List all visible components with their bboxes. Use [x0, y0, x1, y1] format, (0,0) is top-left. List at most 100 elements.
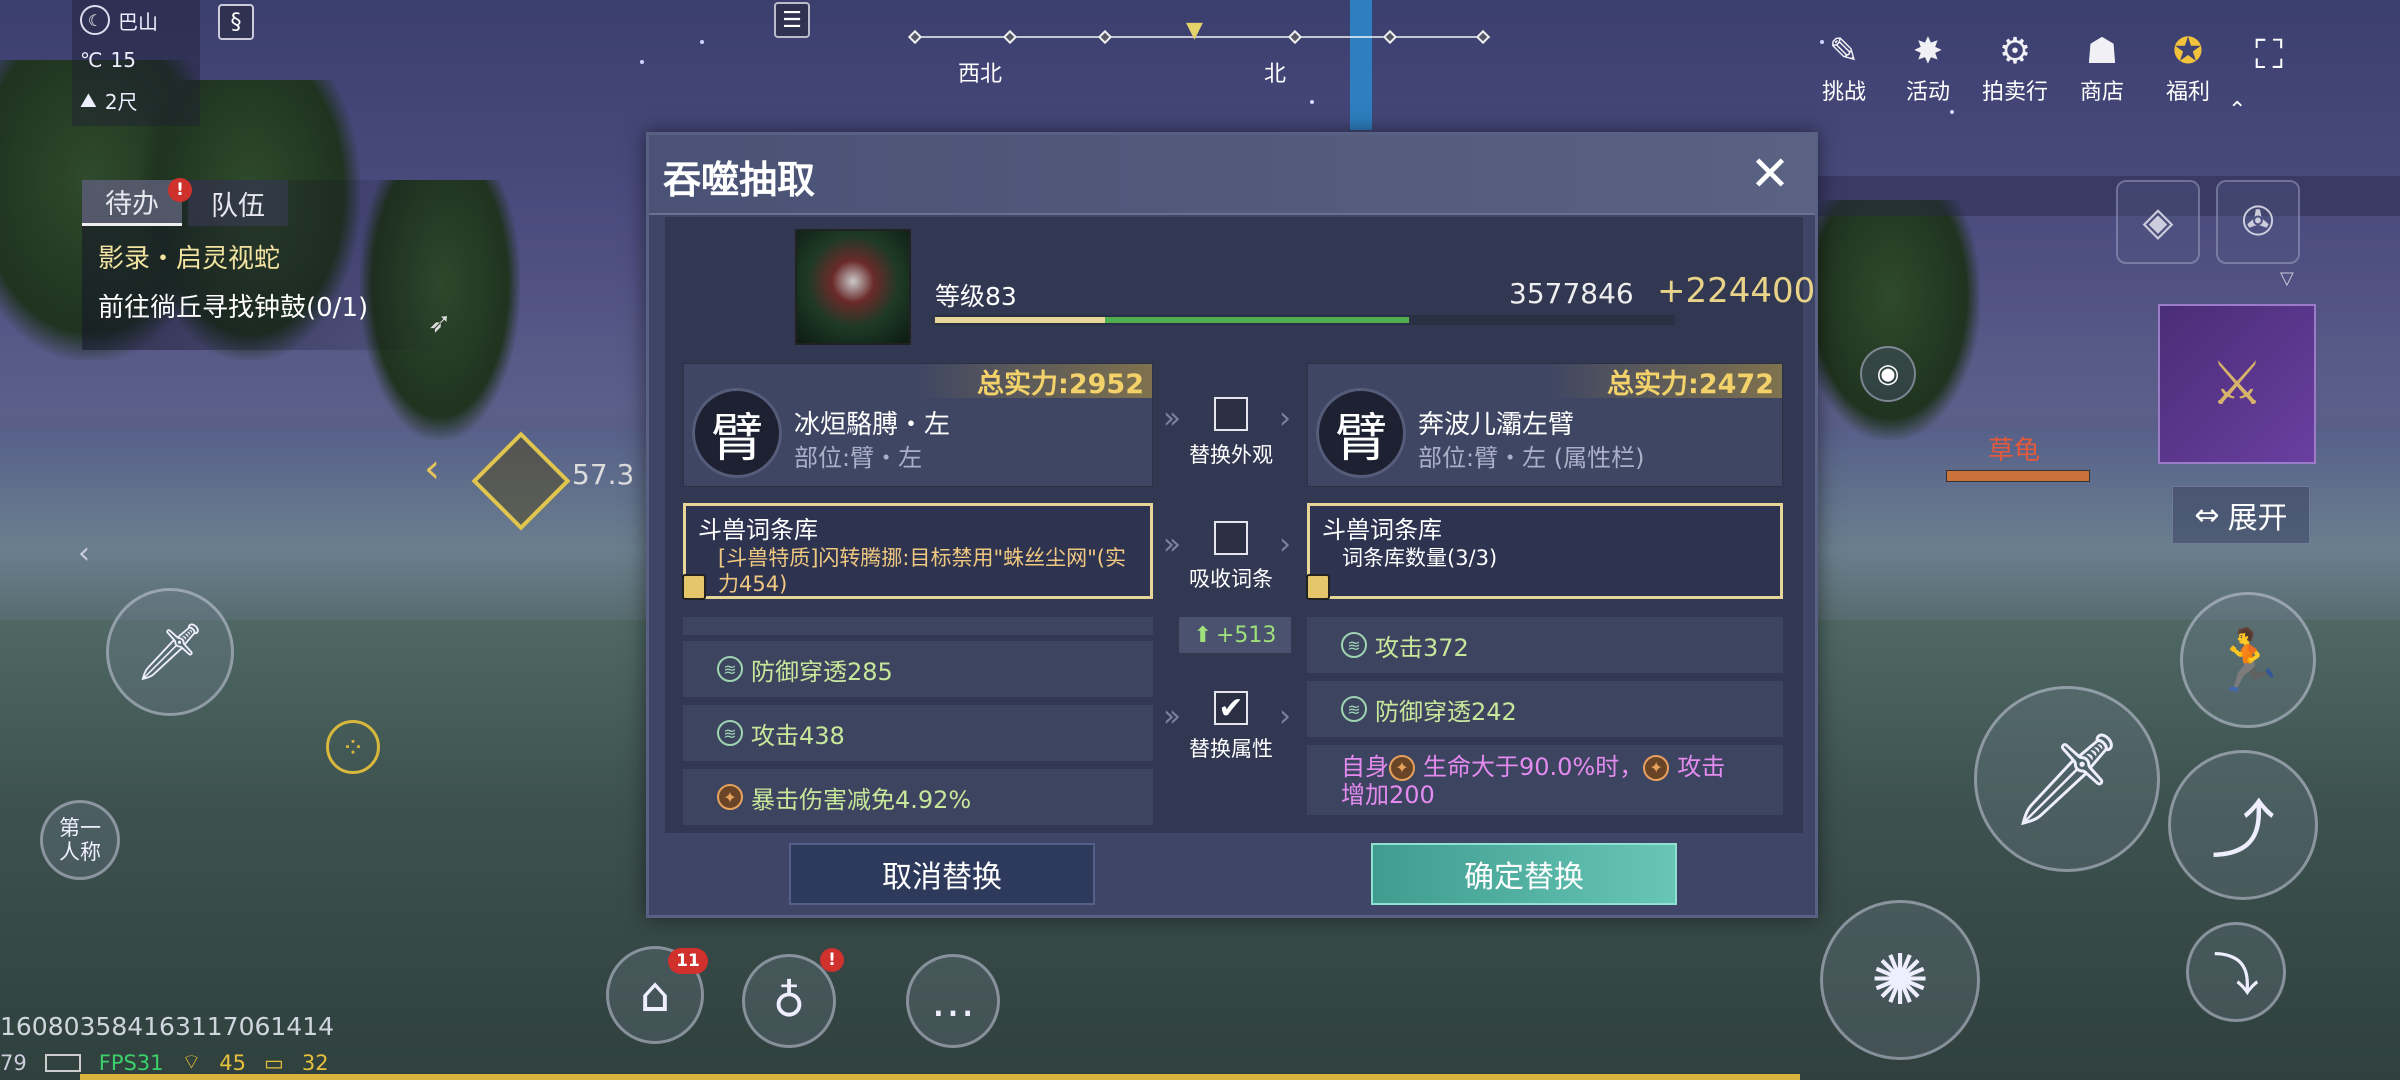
new-item-slot: 部位:臂・左 (属性栏) [1418, 444, 1645, 472]
message-value: 32 [301, 1051, 329, 1075]
new-item-card[interactable]: 总实力:2472 臂 奔波儿灞左臂 部位:臂・左 (属性栏) [1307, 363, 1783, 487]
arrow-right-icon: › [1279, 401, 1291, 436]
scroll-icon [682, 574, 706, 600]
menu-challenge[interactable]: ✎ 挑战 [1804, 28, 1884, 106]
back-chevron-icon[interactable]: ‹ [78, 536, 90, 571]
new-beast-library[interactable]: 斗兽词条库 词条库数量(3/3) [1306, 503, 1783, 600]
star [700, 40, 704, 44]
view-eye-icon[interactable]: ◉ [1860, 346, 1916, 402]
first-person-button[interactable]: 第一 人称 [40, 800, 120, 880]
current-item-slot: 部位:臂・左 [794, 444, 923, 472]
message-icon: ▭ [264, 1051, 284, 1075]
menu-activity-label: 活动 [1905, 80, 1950, 105]
replace-attribute-checkbox[interactable]: ✔ [1214, 691, 1248, 726]
sword-icon: 🗡 [134, 620, 206, 685]
sit-skill-button[interactable]: ⤵ [2186, 922, 2286, 1022]
current-attribute-list[interactable]: ≋ 防御穿透285 ≋ 攻击438 ✦ 暴击伤害减免4.92% [683, 617, 1153, 957]
replace-look-checkbox[interactable] [1214, 397, 1248, 431]
current-total-power: 总实力:2952 [917, 364, 1152, 400]
level-label: 等级83 [935, 282, 1017, 311]
navigate-icon[interactable]: ➶ [428, 306, 451, 339]
special-effect: 增加200 [1341, 781, 1435, 809]
cloud-icon: ≋ [1341, 632, 1367, 658]
current-beast-library[interactable]: 斗兽词条库 [斗兽特质]闪转腾挪:目标禁用"蛛丝尘网"(实力454) [682, 503, 1153, 600]
close-icon[interactable]: ✕ [1743, 146, 1797, 202]
attribute-text: 防御穿透242 [1375, 697, 1517, 726]
current-item-name: 冰烜駱膊・左 [794, 410, 951, 440]
weapon-slot-icon[interactable]: ⚔ [2158, 304, 2316, 464]
npc-name: 草龟 [1988, 436, 2041, 466]
compass-tick [1475, 29, 1491, 45]
current-item-card[interactable]: 总实力:2952 臂 冰烜駱膊・左 部位:臂・左 [683, 363, 1153, 487]
current-library-title: 斗兽词条库 [698, 516, 818, 544]
dropdown-icon[interactable]: ▽ [2280, 268, 2294, 289]
welfare-icon: ✪ [2172, 30, 2204, 72]
menu-auction-label: 拍卖行 [1981, 80, 2048, 105]
absorb-entry-checkbox[interactable] [1214, 521, 1248, 555]
fullscreen-icon[interactable]: ⛶ [2246, 32, 2292, 78]
new-attribute-list[interactable]: ≋ 攻击372 ≋ 防御穿透242 自身 ✦ 生命大于90.0%时， ✦ 攻击 增加200 [1307, 617, 1783, 827]
attribute-gain-badge: ⬆ +513 [1179, 617, 1291, 653]
chat-bubble-button[interactable]: … [906, 954, 1000, 1048]
replace-look-option[interactable]: 替换外观 [1183, 397, 1279, 469]
menu-activity[interactable]: ✸ 活动 [1888, 28, 1968, 106]
wind-label: 2尺 [104, 89, 138, 114]
jump-icon: ⤴ [2211, 794, 2275, 868]
menu-auction[interactable]: ⚙ 拍卖行 [1975, 28, 2055, 106]
weapon-quick-button[interactable]: 🗡 [106, 588, 234, 716]
expand-button[interactable]: ⇔ 展开 [2172, 486, 2310, 544]
cancel-replace-button[interactable]: 取消替换 [789, 843, 1095, 905]
replace-look-label: 替换外观 [1189, 443, 1273, 467]
tab-team[interactable]: 队伍 [188, 180, 288, 226]
quest-objective[interactable]: 前往徜丘寻找钟鼓(0/1) [82, 287, 482, 324]
joystick-center-icon[interactable]: ⁘ [326, 720, 380, 774]
fps-label: FPS31 [98, 1051, 164, 1075]
attribute-row: ≋ 防御穿透285 [683, 641, 1153, 697]
wifi-icon: ⌔ [181, 1050, 202, 1074]
location-label: 巴山 [118, 9, 158, 34]
cloud-icon: ≋ [717, 720, 743, 746]
mount-icon[interactable]: ◈ [2116, 180, 2200, 264]
crit-icon: ✦ [1389, 755, 1415, 781]
jump-skill-button[interactable]: ⤴ [2168, 750, 2318, 900]
quest-panel: 待办 队伍 ! 影录・启灵视蛇 前往徜丘寻找钟鼓(0/1) ➶ [82, 178, 482, 350]
compass-north: 北 [1264, 62, 1287, 87]
cloud-icon: ≋ [1341, 696, 1367, 722]
crit-icon: ✦ [1643, 755, 1670, 781]
arrow-right-icon: ›› [1163, 699, 1181, 734]
bag-button[interactable]: ♁ [742, 954, 836, 1048]
arrow-right-icon: ›› [1163, 527, 1181, 562]
menu-shop[interactable]: ☗ 商店 [2062, 28, 2142, 106]
absorb-entry-option[interactable]: 吸收词条 [1183, 521, 1279, 593]
whistle-icon[interactable]: ✇ [2216, 180, 2300, 264]
waypoint-distance: 57.3 [572, 458, 635, 491]
power-progress-bar [935, 315, 1675, 325]
power-value: 3577846 [1509, 277, 1634, 310]
stomach-icon[interactable]: § [218, 4, 254, 40]
chat-bubble-icon: … [931, 975, 975, 1027]
menu-list-icon[interactable]: ☰ [774, 2, 810, 38]
challenge-icon: ✎ [1828, 30, 1860, 72]
new-total-power: 总实力:2472 [1547, 364, 1782, 400]
compass-tick [907, 29, 923, 45]
battery-icon [44, 1054, 81, 1072]
special-skill-button[interactable]: ✺ [1820, 900, 1980, 1060]
shop-icon: ☗ [2085, 30, 2119, 72]
menu-welfare[interactable]: ✪ 福利 [2148, 28, 2228, 106]
tab-todo[interactable]: 待办 [82, 180, 182, 226]
confirm-replace-button[interactable]: 确定替换 [1371, 843, 1677, 905]
quest-title[interactable]: 影录・启灵视蛇 [82, 238, 482, 275]
tab-todo-label: 待办 [105, 189, 159, 220]
collapse-up-icon[interactable]: ⌃ [2228, 98, 2246, 123]
special-condition: 生命大于90.0%时， [1423, 753, 1644, 781]
power-delta: +224400 [1657, 271, 1816, 311]
npc-health-bar [1946, 470, 2090, 482]
new-library-title: 斗兽词条库 [1322, 516, 1442, 544]
replace-attribute-option[interactable]: ✔ 替换属性 [1183, 691, 1279, 763]
arrow-right-icon: › [1279, 699, 1291, 734]
dodge-skill-button[interactable]: 🏃 [2180, 592, 2316, 728]
devour-extract-dialog: 吞噬抽取 ✕ 等级83 3577846 +224400 总实力:2952 臂 冰… [646, 132, 1818, 918]
attribute-gain-value: +513 [1216, 622, 1277, 648]
compass-tick [1382, 29, 1398, 45]
attack-button[interactable]: 🗡 [1974, 686, 2160, 872]
